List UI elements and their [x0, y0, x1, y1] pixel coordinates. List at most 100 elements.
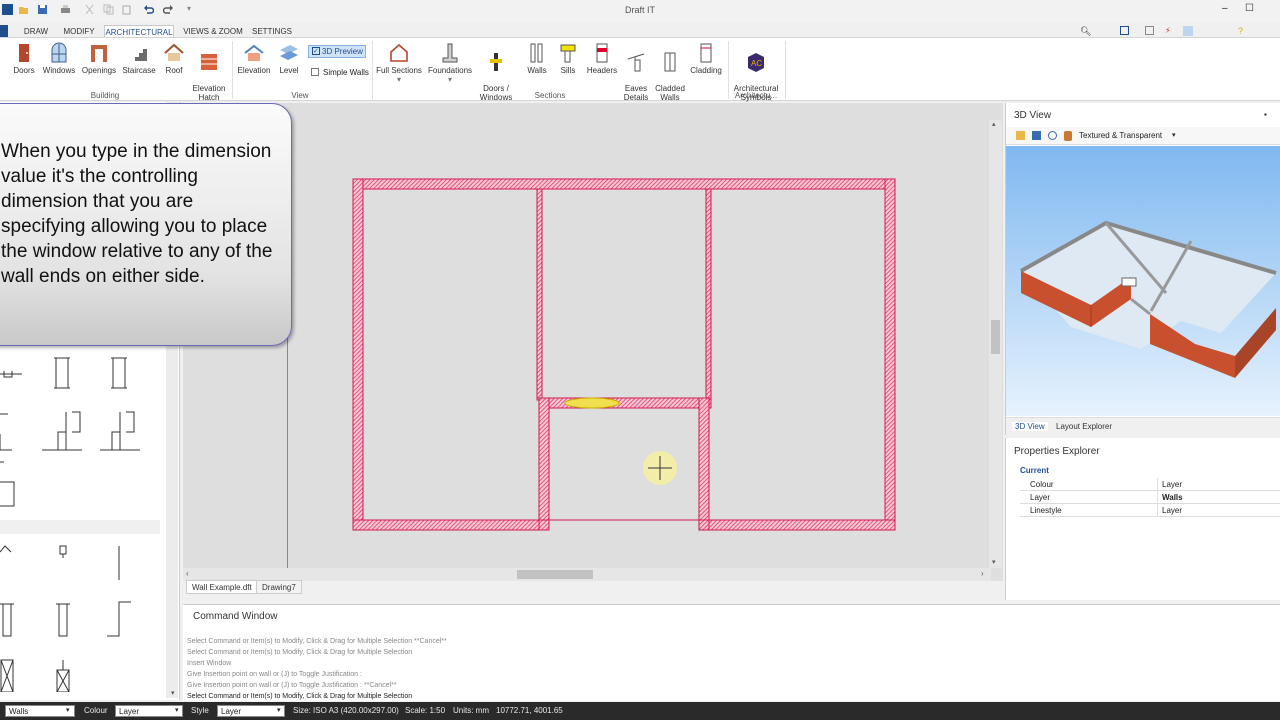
maximize-button[interactable]: ☐ — [1245, 3, 1254, 14]
3d-model-view[interactable] — [1006, 146, 1280, 416]
layer-select[interactable]: Walls — [5, 705, 75, 717]
property-row-layer[interactable]: Layer Walls — [1020, 491, 1280, 504]
vertical-scroll-thumb[interactable] — [991, 320, 1000, 354]
drawing-canvas[interactable] — [183, 103, 1003, 581]
walls — [352, 178, 896, 531]
zoom-window-icon[interactable] — [1120, 26, 1129, 35]
window-highlight[interactable] — [564, 397, 620, 409]
drawing-tab-drawing7[interactable]: Drawing7 — [256, 580, 302, 594]
help-a-icon[interactable] — [1183, 26, 1193, 36]
texture-icon[interactable] — [1064, 131, 1072, 141]
sills-button[interactable]: Sills — [556, 42, 580, 75]
doors-button[interactable]: Doors — [10, 42, 38, 75]
headers-icon — [596, 43, 608, 63]
tab-3d-view[interactable]: 3D View — [1012, 422, 1048, 431]
scroll-right-icon[interactable]: › — [981, 569, 984, 578]
snap-icon[interactable]: ⚡︎ — [1165, 26, 1174, 35]
3d-preview-toggle[interactable]: ✓ 3D Preview — [308, 45, 366, 58]
wall-bottom-right[interactable] — [698, 519, 896, 531]
zoom-icon[interactable]: 🔍︎ — [1080, 26, 1091, 37]
walls-button[interactable]: Walls — [524, 42, 550, 75]
eaves-details-label: Eaves Details — [623, 84, 649, 102]
wall-interior-right[interactable] — [705, 188, 712, 401]
minimize-button[interactable]: – — [1222, 3, 1228, 14]
group-architectural-label: Architectu... — [734, 91, 778, 100]
wall-right[interactable] — [884, 178, 896, 531]
command-line-current[interactable]: Select Command or Item(s) to Modify, Cli… — [187, 693, 412, 700]
help-icon[interactable]: ? — [1238, 26, 1243, 36]
units[interactable]: Units: mm — [453, 706, 489, 715]
wall-notch-right[interactable] — [698, 397, 710, 531]
cladded-walls-button[interactable]: Cladded Walls — [654, 42, 686, 102]
symbols-grid[interactable] — [0, 352, 160, 692]
print-icon[interactable] — [60, 4, 71, 15]
canvas-vertical-scrollbar[interactable]: ▴ ▾ — [989, 120, 1002, 568]
staircase-button[interactable]: Staircase — [121, 42, 157, 75]
canvas-horizontal-scrollbar[interactable]: ‹ › — [183, 568, 991, 581]
open-3d-icon[interactable] — [1016, 131, 1025, 140]
elevation-button[interactable]: Elevation — [237, 42, 271, 75]
chevron-down-icon[interactable]: ▾ — [277, 706, 281, 714]
wall-bottom-left[interactable] — [352, 519, 550, 531]
foundations-label: Foundations — [427, 66, 473, 75]
roof-button[interactable]: Roof — [162, 42, 186, 75]
cut-icon[interactable] — [84, 4, 95, 15]
paper-size[interactable]: Size: ISO A3 (420.00x297.00) — [293, 706, 399, 715]
style-label: Style — [191, 706, 209, 715]
scroll-down-icon[interactable]: ▾ — [171, 689, 175, 697]
openings-button[interactable]: Openings — [81, 42, 117, 75]
wall-notch-left[interactable] — [538, 397, 550, 531]
chevron-down-icon[interactable]: ▾ — [66, 706, 70, 714]
paste-icon[interactable] — [121, 4, 132, 15]
doors-windows-sections-button[interactable]: Doors / Windows — [476, 42, 516, 102]
copy-icon[interactable] — [103, 4, 114, 15]
save-3d-icon[interactable] — [1032, 131, 1041, 140]
drawing-tab-wall-example[interactable]: Wall Example.dft — [186, 580, 258, 594]
colour-select[interactable]: Layer — [115, 705, 183, 717]
render-mode-select[interactable]: Textured & Transparent — [1079, 131, 1162, 140]
wall-left[interactable] — [352, 178, 364, 531]
scroll-down-icon[interactable]: ▾ — [992, 558, 996, 566]
chevron-down-icon[interactable]: ▾ — [175, 706, 179, 714]
style-select[interactable]: Layer — [217, 705, 285, 717]
property-value[interactable]: Walls — [1157, 491, 1183, 504]
property-row-linestyle[interactable]: Linestyle Layer — [1020, 504, 1280, 517]
level-button[interactable]: Level — [276, 42, 302, 75]
tab-layout-explorer[interactable]: Layout Explorer — [1056, 422, 1112, 431]
property-value[interactable]: Layer — [1157, 478, 1182, 491]
floor-plan[interactable] — [183, 103, 989, 568]
undo-icon[interactable] — [143, 4, 154, 15]
redo-icon[interactable] — [163, 4, 174, 15]
property-name: Colour — [1030, 480, 1054, 489]
full-sections-button[interactable]: Full Sections ▾ — [376, 42, 422, 84]
scroll-up-icon[interactable]: ▴ — [992, 120, 996, 128]
panel-pin-icon[interactable]: ▪ — [1264, 110, 1267, 119]
command-window: Command Window Select Command or Item(s)… — [183, 604, 1280, 701]
chevron-down-icon[interactable]: ▾ — [1172, 131, 1176, 139]
eaves-details-button[interactable]: Eaves Details — [622, 42, 650, 102]
property-value[interactable]: Layer — [1157, 504, 1182, 517]
full-sections-icon — [390, 43, 408, 62]
scroll-left-icon[interactable]: ‹ — [186, 569, 189, 578]
headers-button[interactable]: Headers — [586, 42, 618, 75]
scale[interactable]: Scale: 1:50 — [405, 706, 445, 715]
horizontal-scroll-thumb[interactable] — [517, 570, 593, 579]
foundations-button[interactable]: Foundations ▾ — [427, 42, 473, 84]
elevation-hatch-button[interactable]: Elevation Hatch — [191, 42, 227, 102]
save-icon[interactable] — [37, 4, 48, 15]
wall-top[interactable] — [352, 178, 896, 190]
cladding-button[interactable]: Cladding — [690, 42, 722, 75]
dropdown-arrow-icon: ▾ — [396, 75, 401, 84]
property-row-colour[interactable]: Colour Layer — [1020, 478, 1280, 491]
wall-interior-left[interactable] — [536, 188, 543, 401]
rotate-3d-icon[interactable] — [1048, 131, 1057, 140]
cladding-icon — [700, 43, 712, 63]
qa-dropdown-icon[interactable]: ▾ — [187, 4, 191, 13]
group-sections-label: Sections — [534, 91, 566, 100]
grid-icon[interactable] — [1145, 26, 1154, 35]
elevation-hatch-label: Elevation Hatch — [192, 84, 226, 102]
simple-walls-toggle[interactable]: Simple Walls — [311, 68, 369, 77]
windows-button[interactable]: Windows — [42, 42, 76, 75]
open-folder-icon[interactable] — [18, 4, 29, 15]
app-menu-icon[interactable] — [2, 4, 13, 15]
